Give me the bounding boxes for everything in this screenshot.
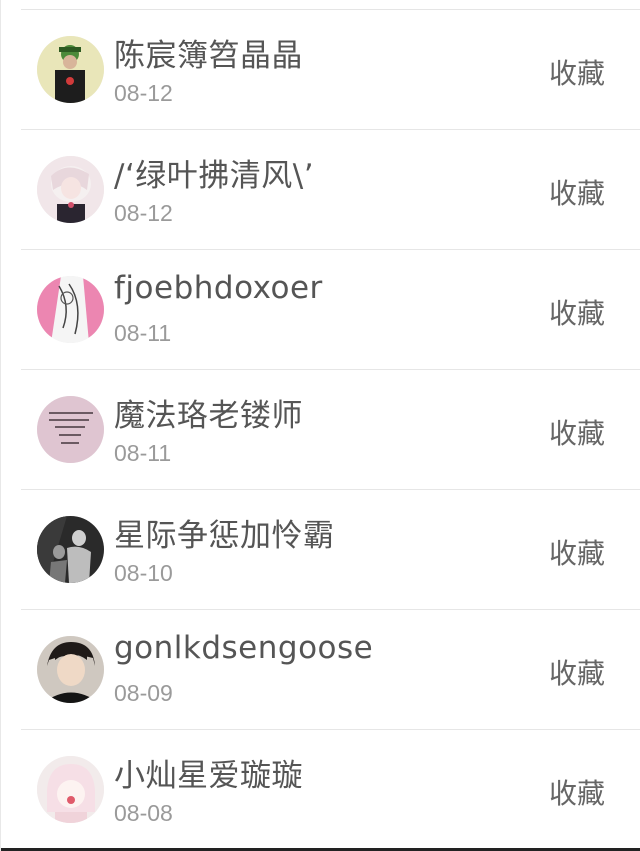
list-item[interactable]: 小灿星爱璇璇 08-08 收藏 <box>21 730 640 850</box>
avatar[interactable] <box>37 396 104 463</box>
user-name: fjoebhdoxoer <box>114 270 323 306</box>
user-name: /‘绿叶拂清风\’ <box>114 158 315 194</box>
item-date: 08-12 <box>114 80 173 106</box>
item-date: 08-08 <box>114 800 173 826</box>
item-date: 08-09 <box>114 680 173 706</box>
item-date: 08-11 <box>114 320 172 346</box>
list-item[interactable]: 星际争惩加怜霸 08-10 收藏 <box>21 490 640 610</box>
item-date: 08-10 <box>114 560 173 586</box>
avatar[interactable] <box>37 516 104 583</box>
favorite-button[interactable]: 收藏 <box>549 412 605 452</box>
avatar-image <box>37 276 104 343</box>
user-name: 星际争惩加怜霸 <box>114 518 335 554</box>
list-item[interactable]: /‘绿叶拂清风\’ 08-12 收藏 <box>21 130 640 250</box>
favorite-button[interactable]: 收藏 <box>549 532 605 572</box>
favorites-list-screen: 陈宸簿笤晶晶 08-12 收藏 /‘绿叶拂清风\’ 08-12 收藏 fjoeb… <box>0 0 640 851</box>
favorite-button[interactable]: 收藏 <box>549 172 605 212</box>
item-date: 08-12 <box>114 200 173 226</box>
list-item[interactable]: 陈宸簿笤晶晶 08-12 收藏 <box>21 10 640 130</box>
avatar[interactable] <box>37 756 104 823</box>
list-item[interactable]: 魔法珞老镂师 08-11 收藏 <box>21 370 640 490</box>
user-name: 小灿星爱璇璇 <box>114 758 303 794</box>
avatar-image <box>37 756 104 823</box>
avatar-image <box>37 36 104 103</box>
avatar-image <box>37 156 104 223</box>
list-item[interactable]: fjoebhdoxoer 08-11 收藏 <box>21 250 640 370</box>
user-list: 陈宸簿笤晶晶 08-12 收藏 /‘绿叶拂清风\’ 08-12 收藏 fjoeb… <box>1 10 640 850</box>
user-name: 陈宸簿笤晶晶 <box>114 38 303 74</box>
favorite-button[interactable]: 收藏 <box>549 772 605 812</box>
avatar[interactable] <box>37 36 104 103</box>
list-item[interactable]: gonlkdsengoose 08-09 收藏 <box>21 610 640 730</box>
avatar-image <box>37 396 104 463</box>
item-date: 08-11 <box>114 440 172 466</box>
avatar[interactable] <box>37 276 104 343</box>
user-name: 魔法珞老镂师 <box>114 398 303 434</box>
avatar[interactable] <box>37 636 104 703</box>
user-name: gonlkdsengoose <box>114 630 374 666</box>
favorite-button[interactable]: 收藏 <box>549 52 605 92</box>
avatar-image <box>37 516 104 583</box>
avatar-image <box>37 636 104 703</box>
favorite-button[interactable]: 收藏 <box>549 652 605 692</box>
avatar[interactable] <box>37 156 104 223</box>
favorite-button[interactable]: 收藏 <box>549 292 605 332</box>
